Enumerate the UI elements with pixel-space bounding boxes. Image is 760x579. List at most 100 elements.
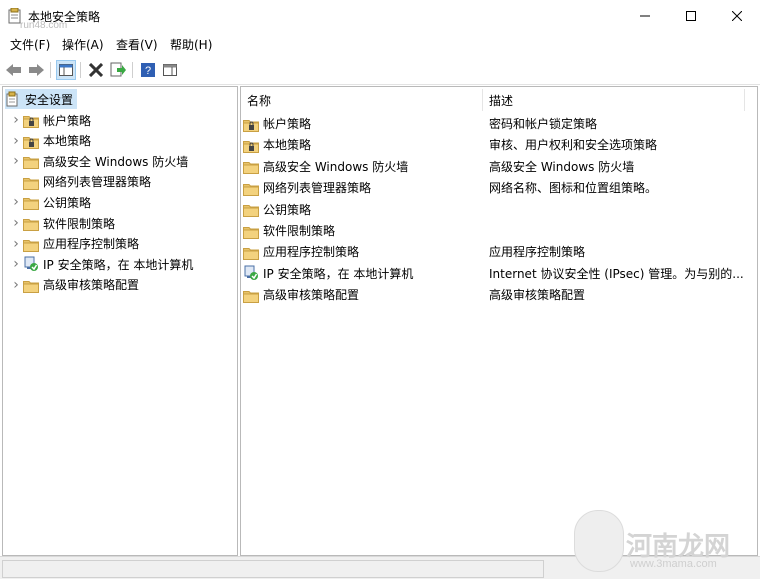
back-button[interactable]: [4, 60, 24, 80]
list-row[interactable]: IP 安全策略，在 本地计算机 Internet 协议安全性 (IPsec) 管理…: [243, 263, 744, 284]
menu-view[interactable]: 查看(V): [116, 36, 158, 53]
list-row-description: 应用程序控制策略: [489, 245, 586, 260]
tree-item-label: 应用程序控制策略: [43, 237, 140, 252]
list-row-description: 审核、用户权利和安全选项策略: [489, 138, 658, 153]
expand-chevron-icon[interactable]: ›: [9, 194, 23, 210]
folder-lock-icon: [243, 139, 259, 153]
forward-arrow-icon: [29, 64, 44, 76]
list-row-name: IP 安全策略，在 本地计算机: [263, 266, 414, 281]
tree-item-label: 网络列表管理器策略: [43, 175, 152, 190]
close-button[interactable]: [714, 0, 760, 32]
column-header-description[interactable]: 描述: [489, 89, 513, 111]
tree-item-label: 本地策略: [43, 134, 92, 149]
tree-root-security-settings[interactable]: 安全设置: [5, 89, 78, 109]
folder-lock-icon: [243, 118, 259, 132]
expand-chevron-icon[interactable]: ›: [9, 153, 23, 169]
list-row-name: 软件限制策略: [263, 224, 336, 238]
maximize-icon: [686, 11, 696, 21]
tree-item[interactable]: › 本地策略: [9, 131, 91, 151]
list-row-name: 帐户策略: [263, 117, 312, 131]
help-button[interactable]: ?: [138, 60, 158, 80]
export-list-button[interactable]: [108, 60, 128, 80]
folder-icon: [23, 238, 39, 252]
menu-file[interactable]: 文件(F): [10, 36, 50, 53]
expand-chevron-icon[interactable]: ›: [9, 277, 23, 293]
list-row[interactable]: 应用程序控制策略 应用程序控制策略: [243, 241, 743, 262]
column-divider[interactable]: [482, 89, 483, 111]
tree-item[interactable]: 网络列表管理器策略: [9, 172, 151, 192]
ipsec-icon: [243, 265, 259, 281]
folder-icon: [243, 225, 259, 239]
list-row-description: 网络名称、图标和位置组策略。: [489, 181, 658, 196]
list-row-name: 本地策略: [263, 138, 312, 153]
expand-chevron-icon[interactable]: ›: [9, 215, 23, 231]
list-row-name: 高级安全 Windows 防火墙: [263, 159, 409, 174]
tree-item[interactable]: › 应用程序控制策略: [9, 234, 139, 254]
list-row-name: 高级审核策略配置: [263, 288, 360, 303]
status-cell: [2, 560, 544, 578]
list-row[interactable]: 高级安全 Windows 防火墙 高级安全 Windows 防火墙: [243, 156, 743, 177]
toolbar-separator: [50, 62, 51, 78]
column-header-name[interactable]: 名称: [247, 89, 271, 111]
folder-icon: [243, 203, 259, 218]
list-row-name: 公钥策略: [263, 202, 312, 217]
delete-x-icon: [89, 63, 103, 77]
folder-icon: [243, 289, 259, 303]
expand-chevron-icon[interactable]: ›: [9, 112, 23, 128]
folder-icon: [23, 196, 39, 211]
folder-lock-icon: [23, 135, 39, 149]
list-row-description: 高级审核策略配置: [489, 288, 586, 303]
title-bar: 本地安全策略: [0, 0, 760, 32]
list-row-name: 应用程序控制策略: [263, 245, 360, 260]
folder-lock-icon: [23, 114, 39, 128]
tree-item[interactable]: › 帐户策略: [9, 110, 91, 130]
tree-item-label: 软件限制策略: [43, 216, 116, 231]
list-row[interactable]: 帐户策略 密码和帐户锁定策略: [243, 113, 743, 134]
svg-text:?: ?: [145, 65, 151, 77]
list-row[interactable]: 本地策略 审核、用户权利和安全选项策略: [243, 134, 743, 155]
tree-item-label: IP 安全策略，在 本地计算机: [43, 257, 194, 272]
expand-chevron-icon[interactable]: ›: [9, 256, 23, 272]
expand-chevron-icon[interactable]: ›: [9, 236, 23, 252]
expand-chevron-icon[interactable]: ›: [9, 133, 23, 149]
list-row[interactable]: 软件限制策略: [243, 220, 743, 241]
tree-item[interactable]: › 高级审核策略配置: [9, 275, 139, 295]
minimize-icon: [640, 15, 650, 17]
tree-item[interactable]: › 公钥策略: [9, 192, 91, 212]
list-row[interactable]: 网络列表管理器策略 网络名称、图标和位置组策略。: [243, 177, 743, 198]
show-action-pane-button[interactable]: [160, 60, 180, 80]
folder-icon: [23, 217, 39, 231]
list-row[interactable]: 公钥策略: [243, 199, 743, 220]
forward-button[interactable]: [26, 60, 46, 80]
tree-item-label: 帐户策略: [43, 113, 92, 128]
show-hide-console-tree-button[interactable]: [56, 60, 76, 80]
tree-item[interactable]: › IP 安全策略，在 本地计算机: [9, 254, 193, 274]
tree-item-label: 高级安全 Windows 防火墙: [43, 154, 189, 169]
folder-icon: [243, 160, 259, 175]
tree-item-label: 高级审核策略配置: [43, 278, 140, 293]
menu-action[interactable]: 操作(A): [62, 36, 104, 53]
minimize-button[interactable]: [622, 0, 668, 32]
folder-icon: [23, 279, 39, 293]
maximize-button[interactable]: [668, 0, 714, 32]
list-row[interactable]: 高级审核策略配置 高级审核策略配置: [243, 284, 743, 305]
tree-item-label: 公钥策略: [43, 195, 92, 210]
tree-root-label: 安全设置: [25, 92, 74, 107]
watermark-top: run48.com: [20, 20, 68, 31]
delete-button[interactable]: [86, 60, 106, 80]
security-settings-icon: [5, 91, 21, 107]
watermark-url: www.3mama.com: [630, 558, 717, 570]
toolbar: ?: [0, 56, 760, 85]
list-row-description: Internet 协议安全性 (IPsec) 管理。为与别的...: [489, 266, 744, 281]
list-row-description: 高级安全 Windows 防火墙: [489, 159, 635, 174]
close-icon: [732, 11, 742, 21]
export-icon: [110, 62, 126, 77]
console-tree-icon: [59, 64, 73, 76]
column-divider[interactable]: [744, 89, 745, 111]
menu-bar: 文件(F) 操作(A) 查看(V) 帮助(H): [0, 32, 760, 56]
action-pane-icon: [163, 64, 177, 76]
menu-help[interactable]: 帮助(H): [170, 36, 212, 53]
tree-item[interactable]: › 高级安全 Windows 防火墙: [9, 151, 188, 171]
tree-item[interactable]: › 软件限制策略: [9, 213, 115, 233]
help-icon: ?: [141, 63, 155, 77]
